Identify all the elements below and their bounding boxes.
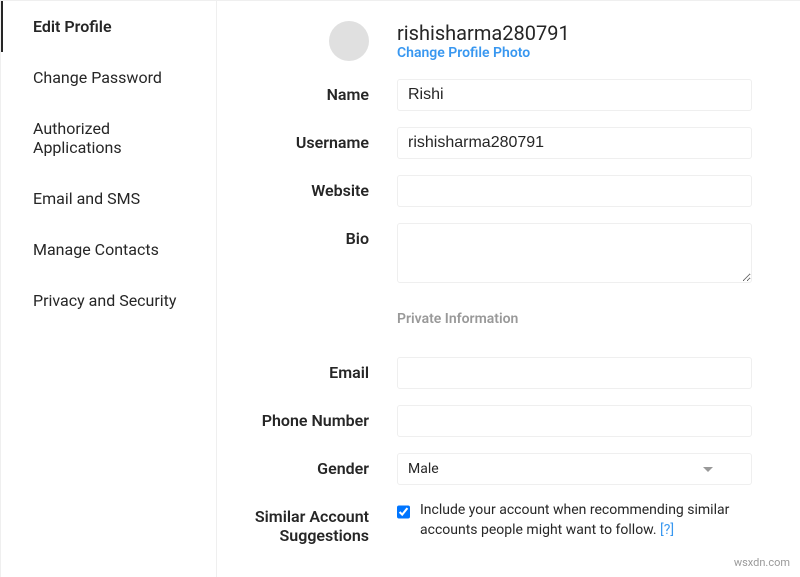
sidebar-item-manage-contacts[interactable]: Manage Contacts xyxy=(1,224,216,275)
username-input[interactable] xyxy=(397,127,752,159)
gender-select[interactable]: Male xyxy=(397,453,752,485)
phone-label: Phone Number xyxy=(237,405,397,430)
similar-suggestions-checkbox[interactable] xyxy=(397,504,410,520)
website-label: Website xyxy=(237,175,397,200)
gender-value: Male xyxy=(408,461,439,477)
edit-profile-panel: rishisharma280791 Change Profile Photo N… xyxy=(217,1,800,577)
website-input[interactable] xyxy=(397,175,752,207)
username-label: Username xyxy=(237,127,397,152)
gender-label: Gender xyxy=(237,453,397,478)
email-input[interactable] xyxy=(397,357,752,389)
sidebar-item-email-sms[interactable]: Email and SMS xyxy=(1,173,216,224)
sidebar-item-edit-profile[interactable]: Edit Profile xyxy=(1,1,216,52)
name-label: Name xyxy=(237,79,397,104)
sidebar-item-change-password[interactable]: Change Password xyxy=(1,52,216,103)
change-profile-photo-link[interactable]: Change Profile Photo xyxy=(397,45,530,61)
similar-suggestions-help-link[interactable]: [?] xyxy=(660,522,674,538)
similar-suggestions-text: Include your account when recommending s… xyxy=(420,501,752,540)
email-label: Email xyxy=(237,357,397,382)
sidebar-item-authorized-apps[interactable]: Authorized Applications xyxy=(1,103,216,173)
bio-label: Bio xyxy=(237,223,397,248)
bio-textarea[interactable] xyxy=(397,223,752,283)
avatar[interactable] xyxy=(329,21,369,61)
chevron-down-icon xyxy=(703,467,713,472)
similar-suggestions-label: Similar Account Suggestions xyxy=(237,501,397,545)
profile-username-title: rishisharma280791 xyxy=(397,21,570,45)
watermark-text: wsxdn.com xyxy=(734,556,790,569)
phone-input[interactable] xyxy=(397,405,752,437)
settings-sidebar: Edit Profile Change Password Authorized … xyxy=(0,1,217,577)
sidebar-item-privacy-security[interactable]: Privacy and Security xyxy=(1,275,216,326)
name-input[interactable] xyxy=(397,79,752,111)
private-info-heading: Private Information xyxy=(397,311,752,327)
